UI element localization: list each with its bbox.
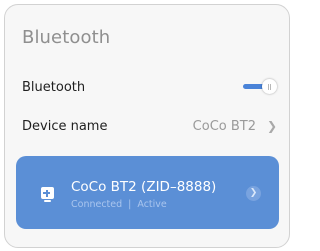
- connection-status: Connected: [71, 199, 123, 210]
- connected-device-card[interactable]: CoCo BT2 (ZID–8888) Connected | Active ❯: [16, 156, 279, 229]
- toggle-knob[interactable]: [262, 79, 277, 94]
- bluetooth-label: Bluetooth: [22, 79, 86, 95]
- device-detail-button[interactable]: ❯: [246, 186, 261, 201]
- page-title: Bluetooth: [22, 27, 111, 48]
- chevron-right-icon: ❯: [249, 188, 258, 198]
- bluetooth-toggle[interactable]: [243, 79, 277, 95]
- bluetooth-settings-panel: Bluetooth Bluetooth Device name CoCo BT2…: [4, 4, 290, 248]
- chevron-right-icon: ❯: [267, 119, 278, 133]
- device-name-row[interactable]: Device name CoCo BT2 ❯: [22, 115, 277, 137]
- device-name-label: Device name: [22, 118, 108, 134]
- status-separator: |: [128, 199, 132, 210]
- tv-plus-icon: [41, 187, 54, 202]
- device-state: Active: [137, 199, 167, 210]
- device-card-status: Connected | Active: [71, 199, 167, 210]
- device-name-value: CoCo BT2: [192, 118, 256, 134]
- bluetooth-toggle-row[interactable]: Bluetooth: [22, 76, 277, 98]
- device-card-name: CoCo BT2 (ZID–8888): [71, 179, 217, 195]
